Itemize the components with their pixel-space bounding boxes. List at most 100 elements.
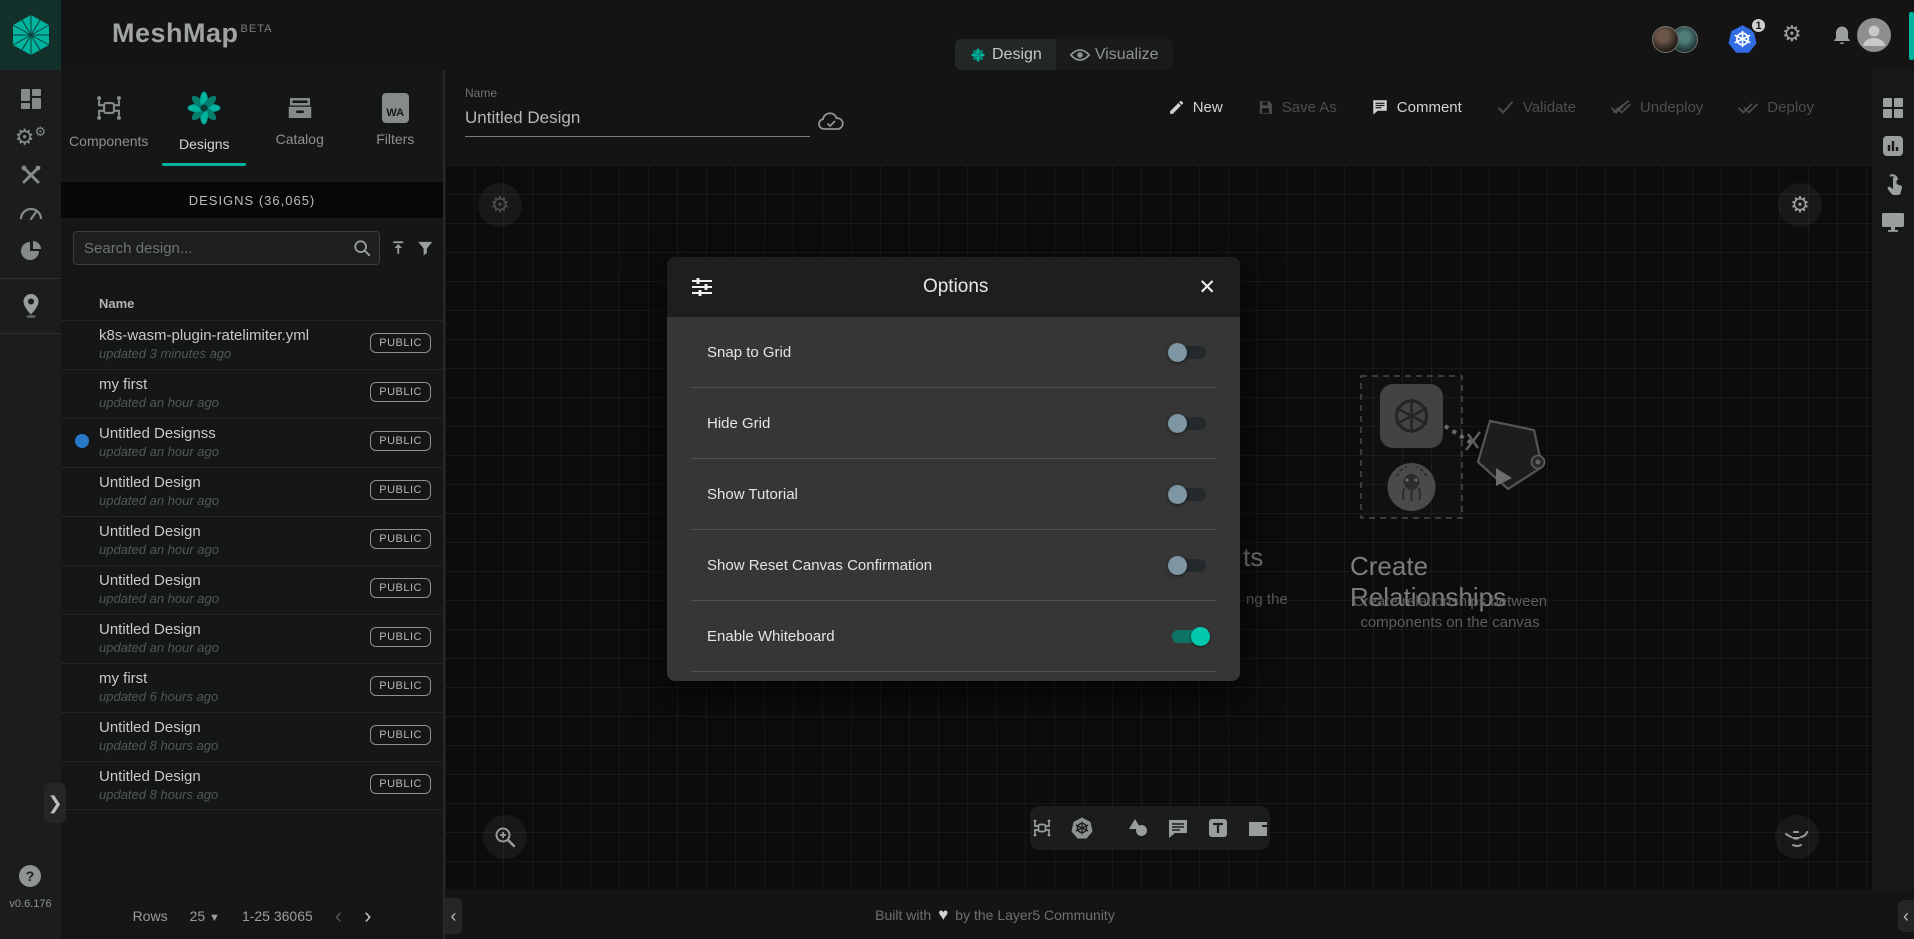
settings-button[interactable]: ⚙ xyxy=(1782,23,1802,46)
nav-lifecycle[interactable]: ⚙⚙ xyxy=(0,118,61,156)
crossed-tools-icon xyxy=(20,164,42,186)
widgets-grid-icon[interactable] xyxy=(1881,96,1905,120)
pagination-range: 1-25 36065 xyxy=(242,908,313,924)
search-icon[interactable] xyxy=(353,239,371,257)
notification-drawer-edge[interactable] xyxy=(1909,12,1914,60)
option-toggle[interactable] xyxy=(1168,412,1210,434)
design-list-item[interactable]: Untitled Design updated an hour ago PUBL… xyxy=(61,614,443,663)
eye-icon xyxy=(1070,48,1090,62)
rows-per-page-select[interactable]: 25 ▼ xyxy=(190,908,220,924)
context-count-badge: 1 xyxy=(1750,17,1767,34)
footer-credit: Built with ♥ by the Layer5 Community xyxy=(445,890,1545,939)
design-name: my first xyxy=(99,376,379,393)
option-label: Enable Whiteboard xyxy=(707,628,835,645)
panel-expand-handle[interactable]: ❯ xyxy=(44,783,66,823)
nav-meshmap[interactable] xyxy=(0,287,61,325)
action-undeploy: Undeploy xyxy=(1610,99,1703,116)
search-box[interactable] xyxy=(73,231,380,265)
meshery-swirl-icon xyxy=(969,46,987,64)
obscured-card-description-fragment: ng the xyxy=(1246,591,1288,608)
option-toggle[interactable] xyxy=(1168,483,1210,505)
tab-visualize[interactable]: Visualize xyxy=(1056,39,1173,70)
option-toggle[interactable] xyxy=(1168,341,1210,363)
tab-design[interactable]: Design xyxy=(955,39,1056,70)
design-list-item[interactable]: my first updated an hour ago PUBLIC xyxy=(61,369,443,418)
visibility-badge: PUBLIC xyxy=(370,529,431,549)
monitor-icon[interactable] xyxy=(1881,210,1905,234)
canvas-settings-right-button[interactable]: ⚙ xyxy=(1778,183,1822,227)
components-tool-icon[interactable] xyxy=(1030,816,1054,840)
options-modal-body: Snap to Grid Hide Grid Show Tutorial Sho… xyxy=(667,317,1240,681)
prev-page-button[interactable]: ‹ xyxy=(335,905,342,927)
nav-dashboard[interactable] xyxy=(0,80,61,118)
user-avatar[interactable] xyxy=(1856,17,1892,53)
collaborator-avatar-1[interactable] xyxy=(1652,26,1679,53)
design-name: k8s-wasm-plugin-ratelimiter.yml xyxy=(99,327,379,344)
footer-collapse-right-handle[interactable]: ‹ xyxy=(1898,900,1914,932)
option-label: Snap to Grid xyxy=(707,344,791,361)
zoom-in-button[interactable] xyxy=(483,815,527,859)
meshery-swirl-icon xyxy=(184,88,224,128)
obscured-card-title-fragment: ts xyxy=(1243,542,1263,573)
close-icon[interactable]: ✕ xyxy=(1198,275,1216,300)
design-list-item[interactable]: k8s-wasm-plugin-ratelimiter.yml updated … xyxy=(61,320,443,369)
double-check-icon xyxy=(1737,99,1759,115)
tune-icon xyxy=(691,277,713,297)
tab-catalog[interactable]: Catalog xyxy=(252,70,348,170)
design-list-item[interactable]: Untitled Design updated 8 hours ago PUBL… xyxy=(61,761,443,810)
text-tool-icon[interactable] xyxy=(1206,816,1230,840)
filter-funnel-icon[interactable] xyxy=(417,239,434,258)
design-name-input[interactable] xyxy=(465,104,810,137)
design-list-item[interactable]: Untitled Design updated an hour ago PUBL… xyxy=(61,467,443,516)
layer5-hexagon-icon xyxy=(11,13,51,57)
tab-designs[interactable]: Designs xyxy=(157,70,253,170)
help-button[interactable]: ? xyxy=(19,865,41,887)
kubernetes-context-button[interactable]: 1 xyxy=(1727,24,1758,54)
design-list-item[interactable]: Untitled Design updated an hour ago PUBL… xyxy=(61,565,443,614)
comment-tool-icon[interactable] xyxy=(1166,816,1190,840)
collaborator-avatars[interactable] xyxy=(1652,26,1698,53)
design-name: Untitled Design xyxy=(99,621,379,638)
design-name: Untitled Design xyxy=(99,523,379,540)
kubernetes-tool-icon[interactable] xyxy=(1070,816,1094,840)
action-comment[interactable]: Comment xyxy=(1371,98,1462,116)
design-list-item[interactable]: Untitled Design updated an hour ago PUBL… xyxy=(61,516,443,565)
design-list-item[interactable]: Untitled Design updated 8 hours ago PUBL… xyxy=(61,712,443,761)
design-name: Untitled Designss xyxy=(99,425,379,442)
chart-panel-icon[interactable] xyxy=(1881,134,1905,158)
search-input[interactable] xyxy=(84,240,353,257)
panel-tabs: Components Designs xyxy=(61,70,443,170)
genie-lamp-button[interactable] xyxy=(1775,815,1819,859)
magnifier-plus-icon xyxy=(493,825,517,849)
pie-extensions-icon xyxy=(20,240,42,262)
option-toggle[interactable] xyxy=(1168,625,1210,647)
nav-performance[interactable] xyxy=(0,194,61,232)
nav-extensions[interactable] xyxy=(0,232,61,270)
gear-icon: ⚙ xyxy=(1790,194,1810,216)
option-row: Show Tutorial xyxy=(691,459,1216,530)
layer5-logo[interactable] xyxy=(0,0,61,70)
next-page-button[interactable]: › xyxy=(364,905,371,927)
design-list-item[interactable]: my first updated 6 hours ago PUBLIC xyxy=(61,663,443,712)
designs-count-header: DESIGNS (36,065) xyxy=(61,182,443,218)
media-tool-icon[interactable] xyxy=(1246,816,1270,840)
action-new[interactable]: New xyxy=(1168,99,1223,116)
canvas-settings-left-button[interactable]: ⚙ xyxy=(478,183,522,227)
rows-label: Rows xyxy=(133,908,168,924)
touch-interaction-icon[interactable] xyxy=(1881,172,1905,196)
nav-toolkit[interactable] xyxy=(0,156,61,194)
footer-collapse-left-handle[interactable]: ‹ xyxy=(445,898,462,934)
shapes-tool-icon[interactable] xyxy=(1126,816,1150,840)
option-toggle[interactable] xyxy=(1168,554,1210,576)
comment-icon xyxy=(1371,98,1389,116)
visibility-badge: PUBLIC xyxy=(370,578,431,598)
visibility-badge: PUBLIC xyxy=(370,333,431,353)
design-list-item[interactable]: Untitled Designss updated an hour ago PU… xyxy=(61,418,443,467)
upload-design-icon[interactable] xyxy=(390,238,407,258)
visibility-badge: PUBLIC xyxy=(370,480,431,500)
toggle-knob xyxy=(1168,485,1187,504)
tab-components[interactable]: Components xyxy=(61,70,157,170)
toggle-knob xyxy=(1168,556,1187,575)
tab-filters[interactable]: WA Filters xyxy=(348,70,444,170)
notifications-button[interactable] xyxy=(1832,25,1852,47)
